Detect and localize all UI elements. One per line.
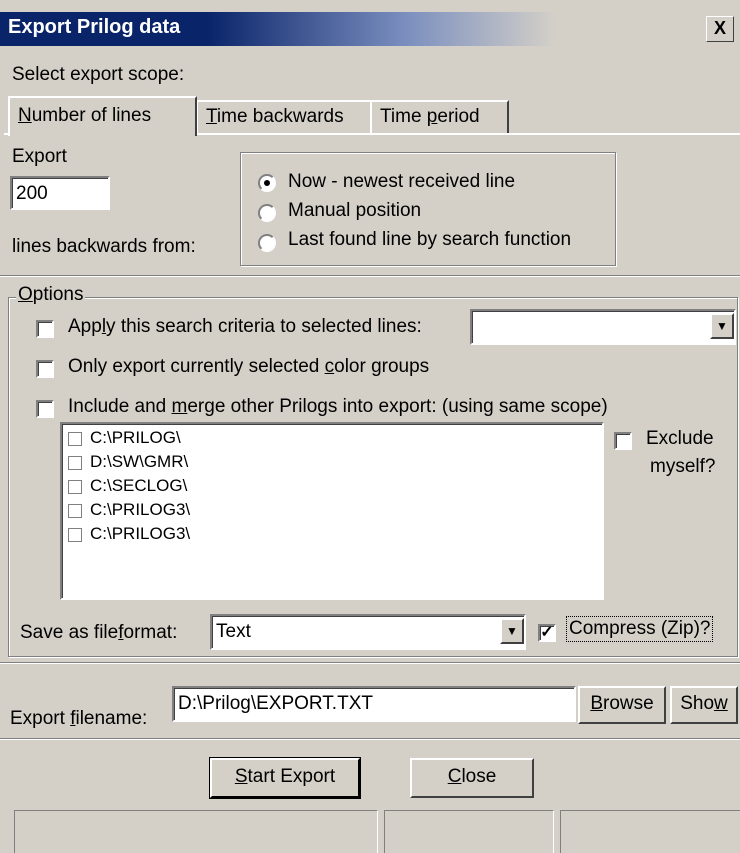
compress-zip-checkbox[interactable]: ✓ <box>538 624 556 642</box>
list-item[interactable]: C:\SECLOG\ <box>90 476 187 496</box>
browse-button[interactable]: Browse <box>578 686 666 724</box>
tab-time-backwards[interactable]: Time backwards <box>196 100 372 134</box>
radio-last-found-button[interactable] <box>258 234 276 252</box>
filename-input[interactable]: D:\Prilog\EXPORT.TXT <box>172 686 576 722</box>
filename-label: Export filename: <box>10 708 148 729</box>
list-item[interactable]: C:\PRILOG3\ <box>90 500 190 520</box>
list-item[interactable]: D:\SW\GMR\ <box>90 452 188 472</box>
fileformat-label: Save as fileformat: <box>20 622 178 643</box>
start-export-button[interactable]: Start Export <box>210 758 360 798</box>
scope-label: Select export scope: <box>12 64 185 85</box>
search-criteria-dropdown[interactable]: ▼ <box>470 309 736 345</box>
exclude-label-line1: Exclude <box>646 428 714 449</box>
list-item[interactable]: C:\PRILOG3\ <box>90 524 190 544</box>
radio-manual-button[interactable] <box>258 204 276 222</box>
close-button[interactable]: Close <box>410 758 534 798</box>
status-pane-1 <box>14 810 378 853</box>
list-item[interactable]: C:\PRILOG\ <box>90 428 181 448</box>
only-color-label: Only export currently selected color gro… <box>68 356 430 377</box>
chevron-down-icon[interactable]: ▼ <box>500 618 524 644</box>
exclude-myself-checkbox[interactable] <box>614 432 632 450</box>
tab-number-of-lines[interactable]: Number of lines <box>8 96 197 136</box>
tab-time-period[interactable]: Time period <box>370 100 509 134</box>
prilog-item-checkbox[interactable] <box>68 432 82 446</box>
divider <box>0 738 740 740</box>
lines-from-label: lines backwards from: <box>12 236 196 257</box>
include-merge-label: Include and merge other Prilogs into exp… <box>68 396 608 417</box>
status-pane-3 <box>560 810 740 853</box>
prilog-item-checkbox[interactable] <box>68 528 82 542</box>
compress-zip-label: Compress (Zip)? <box>566 616 714 642</box>
fileformat-select[interactable]: Text ▼ <box>210 614 526 650</box>
export-label: Export <box>12 146 67 167</box>
show-button[interactable]: Show <box>670 686 738 724</box>
only-color-checkbox[interactable] <box>36 360 54 378</box>
prilog-item-checkbox[interactable] <box>68 480 82 494</box>
apply-criteria-label: Apply this search criteria to selected l… <box>68 316 422 337</box>
include-merge-checkbox[interactable] <box>36 400 54 418</box>
prilog-item-checkbox[interactable] <box>68 504 82 518</box>
options-legend: Options <box>16 284 86 306</box>
divider <box>0 275 740 277</box>
apply-criteria-checkbox[interactable] <box>36 320 54 338</box>
prilog-item-checkbox[interactable] <box>68 456 82 470</box>
radio-now-button[interactable] <box>258 174 276 192</box>
lines-count-input[interactable]: 200 <box>10 176 110 210</box>
exclude-label-line2: myself? <box>650 456 716 477</box>
divider <box>0 662 740 664</box>
title-bar[interactable]: Export Prilog data X <box>0 12 740 46</box>
window-title: Export Prilog data <box>8 16 181 38</box>
prilog-list[interactable]: C:\PRILOG\ D:\SW\GMR\ C:\SECLOG\ C:\PRIL… <box>60 422 604 600</box>
close-window-button[interactable]: X <box>706 16 734 42</box>
status-pane-2 <box>384 810 554 853</box>
chevron-down-icon[interactable]: ▼ <box>710 313 734 339</box>
export-dialog: Export Prilog data X Select export scope… <box>0 0 740 853</box>
